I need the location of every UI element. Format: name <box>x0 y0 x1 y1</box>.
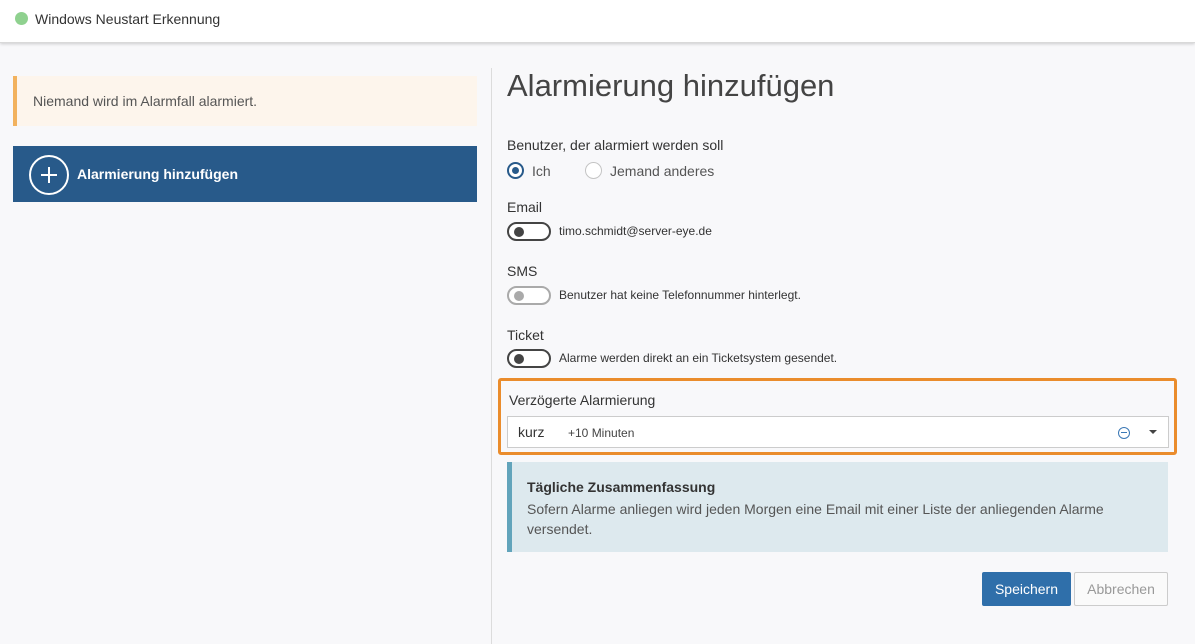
form-title: Alarmierung hinzufügen <box>507 68 835 103</box>
status-dot-icon <box>15 12 28 25</box>
radio-someone-else[interactable] <box>585 162 602 179</box>
delay-section-highlight: Verzögerte Alarmierung kurz +10 Minuten <box>498 378 1177 455</box>
user-section-label: Benutzer, der alarmiert werden soll <box>507 137 724 153</box>
email-address: timo.schmidt@server-eye.de <box>559 224 712 238</box>
summary-title: Tägliche Zusammenfassung <box>527 479 716 495</box>
delay-label: Verzögerte Alarmierung <box>509 392 656 408</box>
delay-selected-value: kurz <box>518 424 545 440</box>
daily-summary-info: Tägliche Zusammenfassung Sofern Alarme a… <box>507 462 1168 552</box>
sms-description: Benutzer hat keine Telefonnummer hinterl… <box>559 288 801 302</box>
ticket-toggle[interactable] <box>507 349 551 368</box>
clear-selection-icon[interactable] <box>1118 427 1130 439</box>
add-notification-label: Alarmierung hinzufügen <box>77 166 238 182</box>
email-toggle[interactable] <box>507 222 551 241</box>
top-bar: Windows Neustart Erkennung <box>0 0 1195 43</box>
ticket-description: Alarme werden direkt an ein Ticketsystem… <box>559 351 838 365</box>
radio-me[interactable] <box>507 162 524 179</box>
sms-label: SMS <box>507 263 538 279</box>
panel-divider <box>491 68 492 644</box>
add-notification-button[interactable]: Alarmierung hinzufügen <box>13 146 477 202</box>
warning-text: Niemand wird im Alarmfall alarmiert. <box>33 93 258 109</box>
sms-toggle[interactable] <box>507 286 551 305</box>
save-button[interactable]: Speichern <box>982 572 1071 606</box>
radio-someone-else-label[interactable]: Jemand anderes <box>610 163 714 179</box>
delay-select[interactable]: kurz +10 Minuten <box>507 416 1169 448</box>
plus-circle-icon <box>29 155 69 195</box>
radio-me-label[interactable]: Ich <box>532 163 551 179</box>
summary-text: Sofern Alarme anliegen wird jeden Morgen… <box>527 501 1104 537</box>
email-label: Email <box>507 199 543 215</box>
no-alert-warning: Niemand wird im Alarmfall alarmiert. <box>13 76 477 126</box>
chevron-down-icon[interactable] <box>1149 430 1157 434</box>
cancel-button[interactable]: Abbrechen <box>1074 572 1168 606</box>
ticket-label: Ticket <box>507 327 544 343</box>
delay-selected-hint: +10 Minuten <box>568 426 635 440</box>
sensor-title: Windows Neustart Erkennung <box>35 11 221 27</box>
